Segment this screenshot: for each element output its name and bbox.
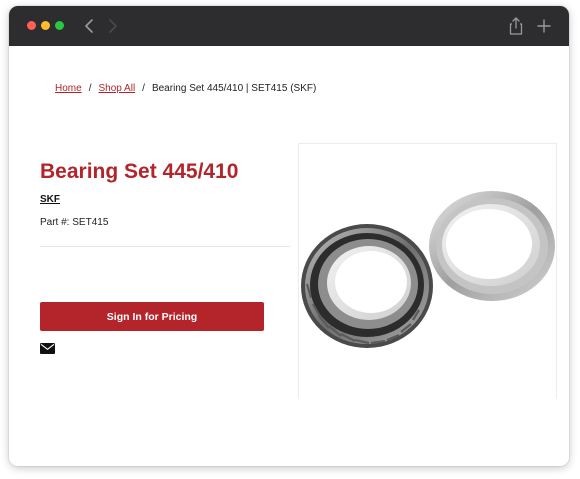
envelope-icon[interactable] — [40, 343, 55, 354]
bearing-cone — [301, 224, 433, 348]
breadcrumb-home-link[interactable]: Home — [55, 83, 82, 94]
page-content: Home / Shop All / Bearing Set 445/410 | SET4… — [9, 46, 569, 466]
part-number-label: Part #: — [40, 217, 70, 228]
share-icon[interactable] — [508, 16, 524, 36]
browser-window: Home / Shop All / Bearing Set 445/410 | SET4… — [9, 6, 569, 466]
product-title: Bearing Set 445/410 — [40, 160, 239, 183]
bearing-cup — [429, 191, 555, 301]
close-window-button[interactable] — [27, 21, 36, 30]
sign-in-for-pricing-button[interactable]: Sign In for Pricing — [40, 302, 264, 331]
breadcrumb: Home / Shop All / Bearing Set 445/410 | SET4… — [55, 83, 316, 94]
browser-titlebar — [9, 6, 569, 46]
minimize-window-button[interactable] — [41, 21, 50, 30]
breadcrumb-separator: / — [88, 83, 92, 94]
zoom-window-button[interactable] — [55, 21, 64, 30]
breadcrumb-shop-all-link[interactable]: Shop All — [98, 83, 135, 94]
part-number-row: Part #: SET415 — [40, 217, 108, 228]
brand-link[interactable]: SKF — [40, 194, 60, 205]
breadcrumb-current: Bearing Set 445/410 | SET415 (SKF) — [151, 83, 317, 94]
breadcrumb-separator: / — [142, 83, 145, 94]
part-number-value: SET415 — [72, 217, 109, 228]
new-tab-icon[interactable] — [536, 18, 552, 34]
divider — [40, 246, 290, 247]
back-icon[interactable] — [82, 18, 96, 34]
product-image-frame — [298, 143, 557, 399]
forward-icon[interactable] — [106, 18, 120, 34]
tapered-roller-bearing-image — [301, 191, 555, 348]
